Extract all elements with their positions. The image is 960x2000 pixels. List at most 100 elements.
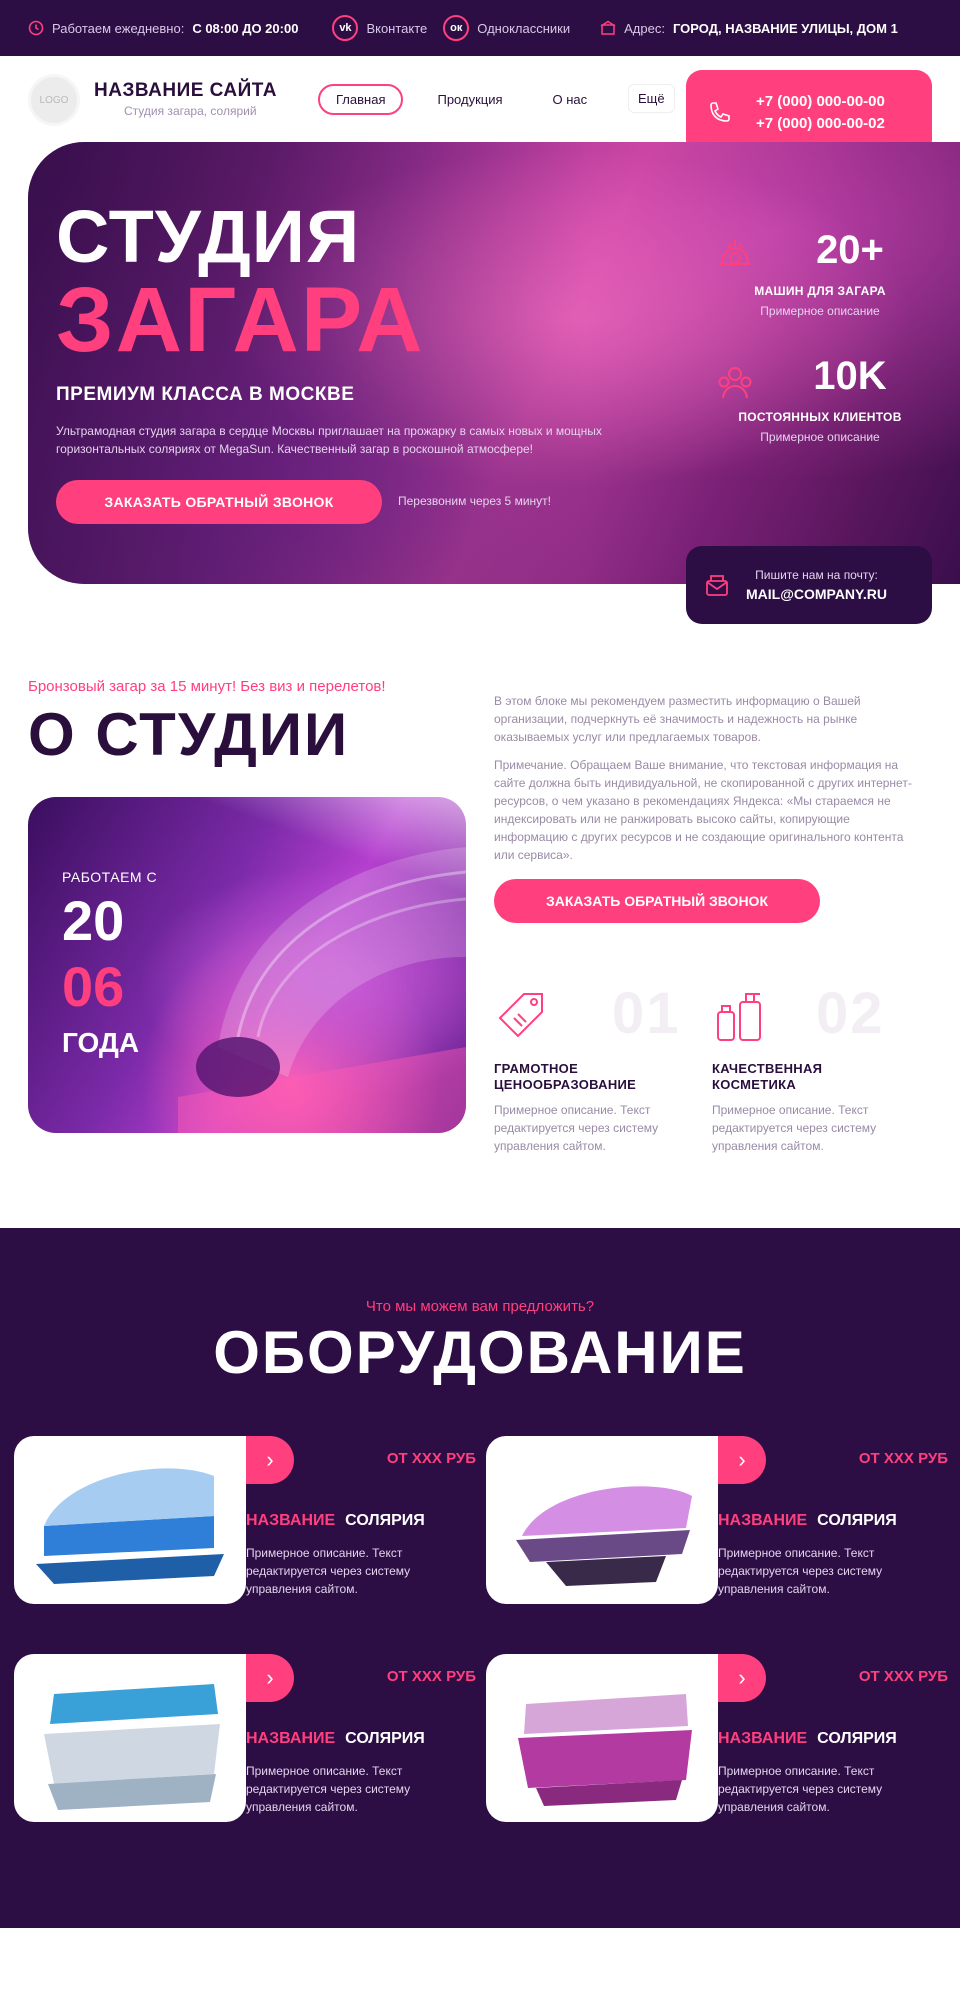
stat-machines-desc: Примерное описание <box>760 304 880 318</box>
hours-label: Работаем ежедневно: <box>52 20 185 36</box>
since-suffix: ГОДА <box>62 1027 140 1058</box>
solarium-illustration <box>516 1486 692 1586</box>
hours-value: С 08:00 ДО 20:00 <box>192 20 299 36</box>
nav-item-home[interactable]: Главная <box>318 84 404 115</box>
stat-clients-desc: Примерное описание <box>760 430 880 444</box>
clients-icon <box>718 367 752 399</box>
card-name-part1: НАЗВАНИЕ <box>718 1512 808 1529</box>
stat-clients-caption: ПОСТОЯННЫХ КЛИЕНТОВ <box>738 410 902 424</box>
about-title: О СТУДИИ <box>28 701 350 768</box>
main-nav: Главная Продукция О нас <box>318 84 603 115</box>
card-name-part1: НАЗВАНИЕ <box>718 1730 808 1747</box>
solarium-illustration <box>44 1684 220 1810</box>
feature-cosmetics-desc: Примерное описание. Текст редактируется … <box>712 1103 877 1153</box>
stat-clients: 10K ПОСТОЯННЫХ КЛИЕНТОВ Примерное описан… <box>710 356 930 444</box>
equipment-title: ОБОРУДОВАНИЕ <box>213 1319 747 1386</box>
solarium-image <box>14 1654 246 1822</box>
stat-machines: 20+ МАШИН ДЛЯ ЗАГАРА Примерное описание <box>710 230 930 318</box>
card-name-part2: СОЛЯРИЯ <box>345 1730 425 1747</box>
equipment-kicker: Что мы можем вам предложить? <box>365 1298 595 1315</box>
card-name-part1: НАЗВАНИЕ <box>246 1730 336 1747</box>
hero-banner: СТУДИЯ ЗАГАРА ПРЕМИУМ КЛАССА В МОСКВЕ Ул… <box>28 142 960 584</box>
equipment-card[interactable]: › ОТ ХХХ РУБ НАЗВАНИЕ СОЛЯРИЯ Примерное о… <box>14 1436 476 1604</box>
vk-link[interactable]: vk Вконтакте <box>332 15 427 41</box>
tanning-bed-illustration <box>178 847 466 1133</box>
phone-icon <box>710 102 730 122</box>
about-paragraph-1: В этом блоке мы рекомендуем разместить и… <box>494 694 861 744</box>
about-kicker: Бронзовый загар за 15 минут! Без виз и п… <box>28 678 386 695</box>
studio-photo: РАБОТАЕМ С 20 06 ГОДА <box>28 797 466 1133</box>
arrow-right-icon[interactable]: › <box>718 1436 766 1484</box>
stat-machines-caption: МАШИН ДЛЯ ЗАГАРА <box>754 284 886 298</box>
solarium-illustration <box>518 1694 692 1806</box>
email-box[interactable]: Пишите нам на почту: MAIL@COMPANY.RU <box>686 546 932 624</box>
card-name-part2: СОЛЯРИЯ <box>345 1512 425 1529</box>
vk-icon: vk <box>332 15 359 41</box>
email-label: Пишите нам на почту: <box>755 568 878 582</box>
cosmetics-icon <box>717 993 761 1041</box>
logo[interactable]: LOGO <box>28 74 80 126</box>
address-label: Адрес: <box>624 20 665 36</box>
address: Адрес: ГОРОД, НАЗВАНИЕ УЛИЦЫ, ДОМ 1 <box>600 20 898 36</box>
hero-title-line1: СТУДИЯ <box>56 195 361 278</box>
email-value[interactable]: MAIL@COMPANY.RU <box>746 586 887 602</box>
since-label: РАБОТАЕМ С <box>62 869 158 885</box>
nav-item-products[interactable]: Продукция <box>421 86 518 113</box>
card-name: НАЗВАНИЕ СОЛЯРИЯ <box>246 1512 425 1530</box>
ok-label: Одноклассники <box>477 20 571 36</box>
phone-number-1[interactable]: +7 (000) 000-00-00 <box>756 91 885 113</box>
card-name: НАЗВАНИЕ СОЛЯРИЯ <box>246 1730 425 1748</box>
nav-item-about[interactable]: О нас <box>537 86 604 113</box>
top-bar: Работаем ежедневно: С 08:00 ДО 20:00 vk … <box>0 0 960 56</box>
hero-description: Ультрамодная студия загара в сердце Моск… <box>56 424 602 456</box>
card-description: Примерное описание. Текст редактируется … <box>246 1764 411 1814</box>
arrow-right-icon[interactable]: › <box>718 1654 766 1702</box>
solarium-illustration <box>36 1468 224 1584</box>
card-name: НАЗВАНИЕ СОЛЯРИЯ <box>718 1730 897 1748</box>
card-price: ОТ ХХХ РУБ <box>386 1668 476 1685</box>
card-name-part2: СОЛЯРИЯ <box>817 1512 897 1529</box>
odnoklassniki-icon: ок <box>443 15 470 41</box>
feature-cosmetics: КАЧЕСТВЕННАЯ КОСМЕТИКА Примерное описани… <box>712 988 902 1155</box>
feature-pricing-title: ГРАМОТНОЕ ЦЕНООБРАЗОВАНИЕ <box>494 1061 637 1092</box>
working-hours: Работаем ежедневно: С 08:00 ДО 20:00 <box>28 20 298 36</box>
feature-pricing-desc: Примерное описание. Текст редактируется … <box>494 1103 659 1153</box>
ok-link[interactable]: ок Одноклассники <box>443 15 570 41</box>
card-description: Примерное описание. Текст редактируется … <box>246 1546 411 1596</box>
order-callback-button[interactable]: ЗАКАЗАТЬ ОБРАТНЫЙ ЗВОНОК <box>56 480 382 524</box>
feature-cosmetics-title: КАЧЕСТВЕННАЯ КОСМЕТИКА <box>712 1061 823 1092</box>
card-name-part1: НАЗВАНИЕ <box>246 1512 336 1529</box>
tanning-bed-icon <box>720 240 750 265</box>
phone-number-2[interactable]: +7 (000) 000-00-02 <box>756 113 885 135</box>
solarium-image <box>486 1654 718 1822</box>
arrow-right-icon[interactable]: › <box>246 1654 294 1702</box>
about-paragraph-2: Примечание. Обращаем Ваше внимание, что … <box>494 758 912 862</box>
nav-more-button[interactable]: Ещё <box>628 84 675 113</box>
about-callback-button[interactable]: ЗАКАЗАТЬ ОБРАТНЫЙ ЗВОНОК <box>494 879 820 923</box>
site-name[interactable]: НАЗВАНИЕ САЙТА <box>94 80 277 102</box>
equipment-card[interactable]: › ОТ ХХХ РУБ НАЗВАНИЕ СОЛЯРИЯ Примерное о… <box>14 1654 476 1822</box>
hero-title-line2: ЗАГАРА <box>56 269 425 371</box>
building-icon <box>600 20 616 35</box>
solarium-image <box>486 1436 718 1604</box>
address-value: ГОРОД, НАЗВАНИЕ УЛИЦЫ, ДОМ 1 <box>672 20 898 36</box>
card-description: Примерное описание. Текст редактируется … <box>718 1546 883 1596</box>
solarium-image <box>14 1436 246 1604</box>
card-price: ОТ ХХХ РУБ <box>858 1450 948 1467</box>
card-price: ОТ ХХХ РУБ <box>858 1668 948 1685</box>
card-price: ОТ ХХХ РУБ <box>386 1450 476 1467</box>
card-name-part2: СОЛЯРИЯ <box>817 1730 897 1747</box>
since-year-part2: 06 <box>62 955 125 1018</box>
equipment-card[interactable]: › ОТ ХХХ РУБ НАЗВАНИЕ СОЛЯРИЯ Примерное о… <box>486 1654 948 1822</box>
equipment-card[interactable]: › ОТ ХХХ РУБ НАЗВАНИЕ СОЛЯРИЯ Примерное о… <box>486 1436 948 1604</box>
hero-subtitle: ПРЕМИУМ КЛАССА В МОСКВЕ <box>56 384 355 405</box>
site-tagline: Студия загара, солярий <box>124 104 257 118</box>
card-description: Примерное описание. Текст редактируется … <box>718 1764 883 1814</box>
card-name: НАЗВАНИЕ СОЛЯРИЯ <box>718 1512 897 1530</box>
feature-pricing: ГРАМОТНОЕ ЦЕНООБРАЗОВАНИЕ Примерное опис… <box>494 988 684 1155</box>
clock-icon <box>28 20 44 36</box>
price-tag-icon <box>498 993 543 1038</box>
arrow-right-icon[interactable]: › <box>246 1436 294 1484</box>
vk-label: Вконтакте <box>366 20 428 36</box>
mail-icon <box>706 575 728 596</box>
